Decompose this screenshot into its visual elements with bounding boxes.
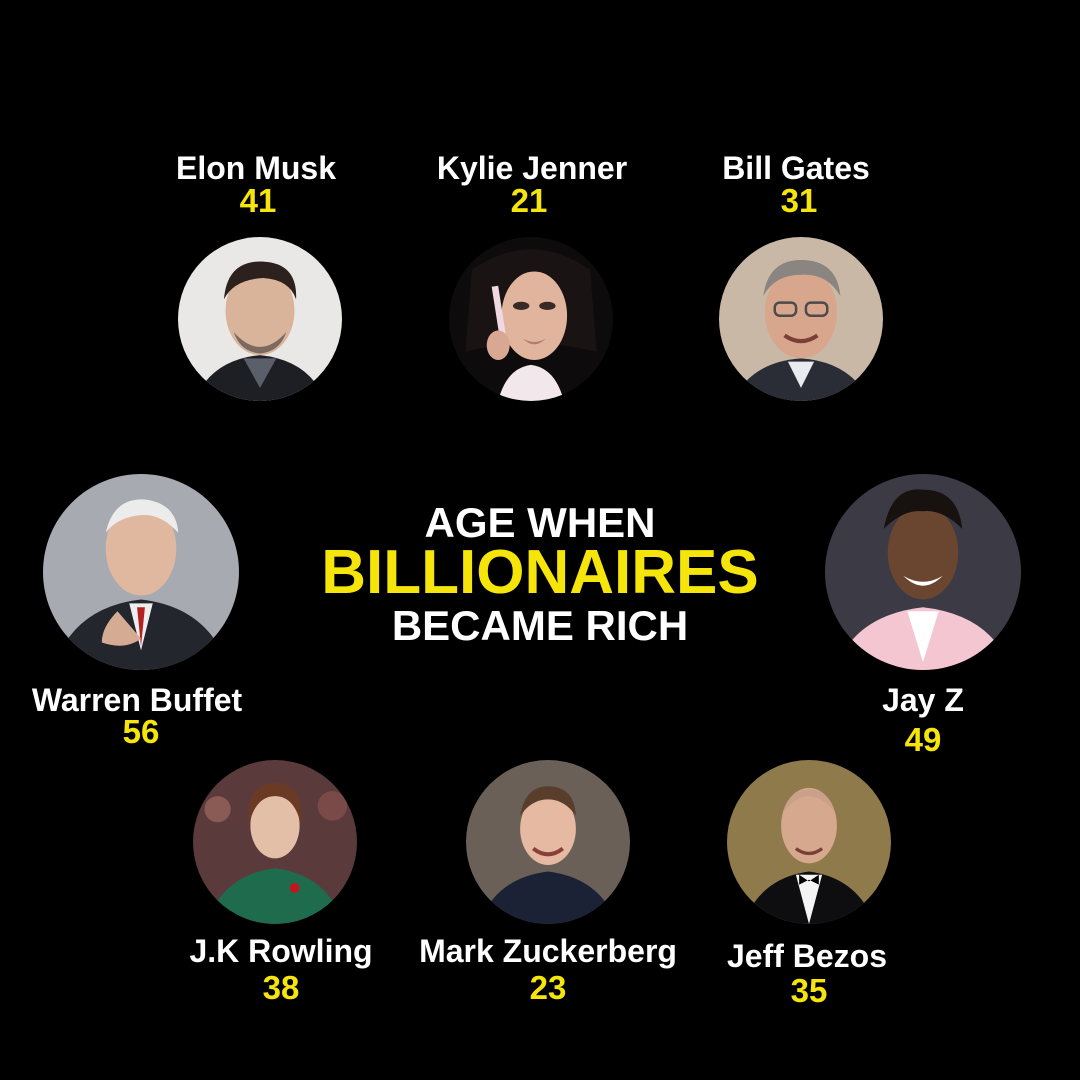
portrait-elon-musk-image [178, 237, 342, 401]
portrait-kylie-jenner [449, 237, 613, 401]
person-age-jeff-bezos: 35 [790, 972, 828, 1009]
person-name-elon-musk: Elon Musk [175, 150, 336, 186]
person-age-jay-z: 49 [904, 721, 942, 758]
person-age-warren-buffet: 56 [122, 713, 160, 750]
person-age-bill-gates: 31 [780, 182, 818, 219]
person-name-jeff-bezos: Jeff Bezos [726, 938, 888, 974]
portrait-jay-z [825, 474, 1021, 670]
person-age-elon-musk: 41 [239, 182, 277, 219]
person-name-bill-gates: Bill Gates [722, 150, 870, 186]
portrait-warren-buffet [43, 474, 239, 670]
portrait-elon-musk [178, 237, 342, 401]
person-name-jay-z: Jay Z [882, 682, 964, 718]
person-age-mark-zuckerberg: 23 [529, 969, 567, 1006]
portrait-jeff-bezos [727, 760, 891, 924]
portrait-jk-rowling-image [193, 760, 357, 924]
portrait-mark-zuckerberg-image [466, 760, 630, 924]
portrait-kylie-jenner-image [449, 237, 613, 401]
portrait-bill-gates-image [719, 237, 883, 401]
portrait-jeff-bezos-image [727, 760, 891, 924]
portrait-jk-rowling [193, 760, 357, 924]
portrait-warren-buffet-image [43, 474, 239, 670]
person-age-kylie-jenner: 21 [510, 182, 548, 219]
portrait-mark-zuckerberg [466, 760, 630, 924]
portrait-jay-z-image [825, 474, 1021, 670]
portrait-bill-gates [719, 237, 883, 401]
person-age-jk-rowling: 38 [262, 969, 300, 1006]
